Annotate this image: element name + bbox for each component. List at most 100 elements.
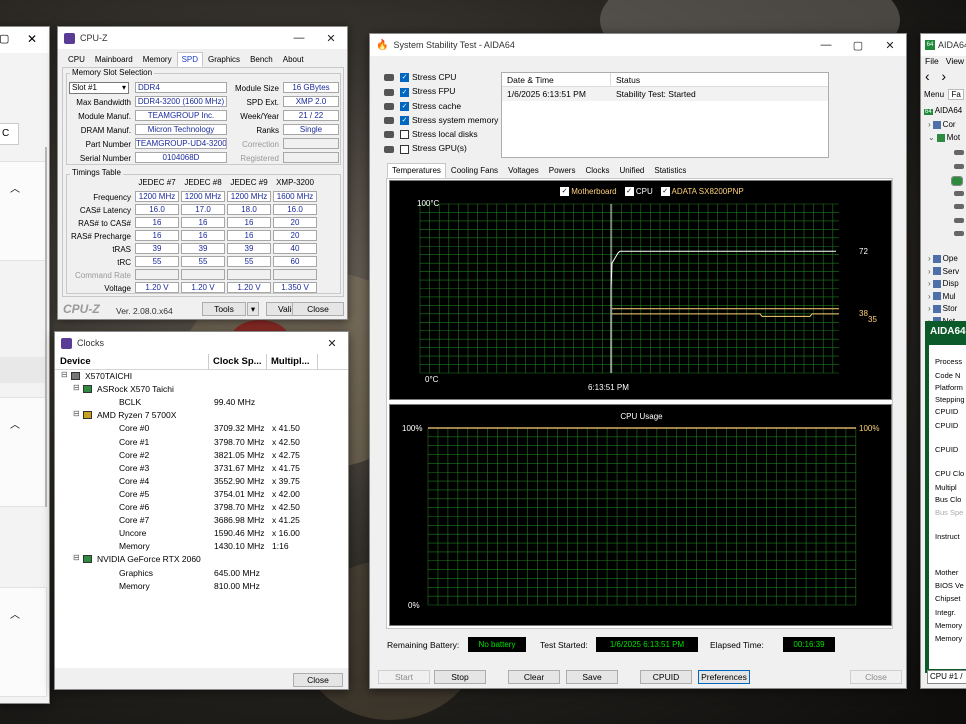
clock-row[interactable]: Core #2 3821.05 MHz x 42.75 <box>55 449 348 462</box>
forward-icon[interactable]: › <box>941 68 946 84</box>
tab-spd[interactable]: SPD <box>176 52 204 67</box>
cpu-select[interactable]: CPU #1 / <box>927 670 966 684</box>
tree-item[interactable]: › Ope <box>928 254 958 263</box>
clock-row[interactable]: Memory 1430.10 MHz 1:16 <box>55 540 348 553</box>
clock-row[interactable]: BCLK 99.40 MHz <box>55 396 348 409</box>
clock-row[interactable]: Core #4 3552.90 MHz x 39.75 <box>55 475 348 488</box>
legend-motherboard[interactable]: ✓ Motherboard <box>560 187 617 197</box>
tab-statistics[interactable]: Statistics <box>649 163 691 178</box>
stress-option[interactable]: ✓ Stress system memory <box>384 115 504 129</box>
chevron-right-icon[interactable]: › <box>928 292 931 301</box>
start-button[interactable]: Start <box>378 670 430 684</box>
close-icon[interactable]: ✕ <box>27 32 37 46</box>
tools-button[interactable]: Tools <box>202 302 246 316</box>
tab-graphics[interactable]: Graphics <box>203 52 245 67</box>
clock-row[interactable]: ⊟ X570TAICHI <box>55 370 348 383</box>
stress-option[interactable]: Stress GPU(s) <box>384 143 504 157</box>
tree-item[interactable]: › Disp <box>928 279 959 288</box>
chevron-right-icon[interactable]: › <box>928 254 931 263</box>
stress-option[interactable]: Stress local disks <box>384 129 504 143</box>
tree-root[interactable]: 64 AIDA64 <box>924 106 966 118</box>
log-col-date[interactable]: Date & Time <box>507 75 554 85</box>
clocks-close-button[interactable]: Close <box>293 673 343 687</box>
back-icon[interactable]: ‹ <box>925 68 930 84</box>
close-button[interactable]: Close <box>850 670 902 684</box>
preferences-button[interactable]: Preferences <box>698 670 750 684</box>
checkbox[interactable]: ✓ <box>400 73 409 83</box>
chevron-right-icon[interactable]: › <box>928 279 931 288</box>
legend-ssd[interactable]: ✓ ADATA SX8200PNP <box>660 187 744 197</box>
sensor-subitem-icon[interactable] <box>954 204 964 209</box>
sensor-subitem-icon[interactable] <box>954 163 964 169</box>
checkbox[interactable] <box>400 130 409 140</box>
clock-row[interactable]: ⊟ NVIDIA GeForce RTX 2060 <box>55 553 348 566</box>
log-row[interactable]: 1/6/2025 6:13:51 PM Stability Test: Star… <box>502 87 828 101</box>
minimize-icon[interactable]: — <box>810 34 842 56</box>
stress-option[interactable]: ✓ Stress CPU <box>384 72 504 86</box>
tab-unified[interactable]: Unified <box>614 163 649 178</box>
chevron-down-icon[interactable]: ⌄ <box>928 133 935 142</box>
chevron-right-icon[interactable]: › <box>928 304 931 313</box>
left-text-field[interactable]: C <box>0 123 19 145</box>
tab-cooling-fans[interactable]: Cooling Fans <box>446 163 503 178</box>
legend-cpu[interactable]: ✓ CPU <box>624 187 653 197</box>
sensor-subitem-icon[interactable] <box>951 176 963 186</box>
clock-row[interactable]: Graphics 645.00 MHz <box>55 567 348 580</box>
clock-row[interactable]: Uncore 1590.46 MHz x 16.00 <box>55 527 348 540</box>
collapse-icon[interactable]: ⊟ <box>61 370 68 379</box>
sensor-subitem-icon[interactable] <box>954 231 964 236</box>
menu-file[interactable]: File <box>925 56 939 66</box>
collapse-icon[interactable]: ⊟ <box>73 383 80 392</box>
collapse-icon[interactable]: ⊟ <box>73 553 80 562</box>
checkbox[interactable]: ✓ <box>400 116 409 126</box>
close-icon[interactable]: ✕ <box>874 34 906 56</box>
menu-view[interactable]: View <box>946 56 964 66</box>
tab-temperatures[interactable]: Temperatures <box>387 163 446 178</box>
checkbox[interactable]: ✓ <box>400 87 409 97</box>
save-button[interactable]: Save <box>566 670 618 684</box>
tree-item[interactable]: › Stor <box>928 304 957 313</box>
chevron-up-icon[interactable]: ︿ <box>10 416 20 431</box>
slot-select[interactable]: Slot #1 ▾ <box>69 82 129 94</box>
col-mult[interactable]: Multipl... <box>271 356 310 367</box>
tab-clocks[interactable]: Clocks <box>580 163 614 178</box>
collapse-icon[interactable]: ⊟ <box>73 409 80 418</box>
stop-button[interactable]: Stop <box>434 670 486 684</box>
tab-powers[interactable]: Powers <box>544 163 581 178</box>
tab-about[interactable]: About <box>278 52 309 67</box>
clock-row[interactable]: ⊟ ASRock X570 Taichi <box>55 383 348 396</box>
chevron-up-icon[interactable]: ︿ <box>10 606 20 621</box>
maximize-icon[interactable]: ▢ <box>842 34 874 56</box>
tree-item[interactable]: › Cor <box>928 120 956 129</box>
tree-item[interactable]: ⌄ Mot <box>928 133 960 142</box>
restore-icon[interactable]: ▢ <box>0 32 9 45</box>
chevron-right-icon[interactable]: › <box>928 120 931 129</box>
tree-item[interactable]: › Mul <box>928 292 956 301</box>
clock-row[interactable]: Core #0 3709.32 MHz x 41.50 <box>55 422 348 435</box>
clock-row[interactable]: ⊟ AMD Ryzen 7 5700X <box>55 409 348 422</box>
col-device[interactable]: Device <box>60 356 91 367</box>
clock-row[interactable]: Core #5 3754.01 MHz x 42.00 <box>55 488 348 501</box>
clear-button[interactable]: Clear <box>508 670 560 684</box>
chevron-right-icon[interactable]: › <box>928 267 931 276</box>
sensor-subitem-icon[interactable] <box>954 217 964 223</box>
sensor-subitem-icon[interactable] <box>954 150 964 155</box>
tab-bench[interactable]: Bench <box>245 52 278 67</box>
left-scrollbar[interactable] <box>45 147 47 507</box>
log-col-status[interactable]: Status <box>616 75 640 85</box>
checkbox[interactable] <box>400 144 409 154</box>
chevron-up-icon[interactable]: ︿ <box>10 180 20 195</box>
close-icon[interactable]: ✕ <box>315 27 347 49</box>
clock-row[interactable]: Core #3 3731.67 MHz x 41.75 <box>55 462 348 475</box>
tab-voltages[interactable]: Voltages <box>503 163 544 178</box>
tools-dropdown-button[interactable]: ▾ <box>247 302 259 316</box>
favorites-tab[interactable]: Fa <box>948 89 964 100</box>
menu-tab[interactable]: Menu <box>924 90 944 99</box>
tab-mainboard[interactable]: Mainboard <box>90 52 138 67</box>
tab-memory[interactable]: Memory <box>138 52 177 67</box>
stress-option[interactable]: ✓ Stress cache <box>384 101 504 115</box>
clock-row[interactable]: Core #6 3798.70 MHz x 42.50 <box>55 501 348 514</box>
tab-cpu[interactable]: CPU <box>63 52 90 67</box>
close-icon[interactable]: ✕ <box>316 332 348 354</box>
checkbox[interactable]: ✓ <box>400 101 409 111</box>
